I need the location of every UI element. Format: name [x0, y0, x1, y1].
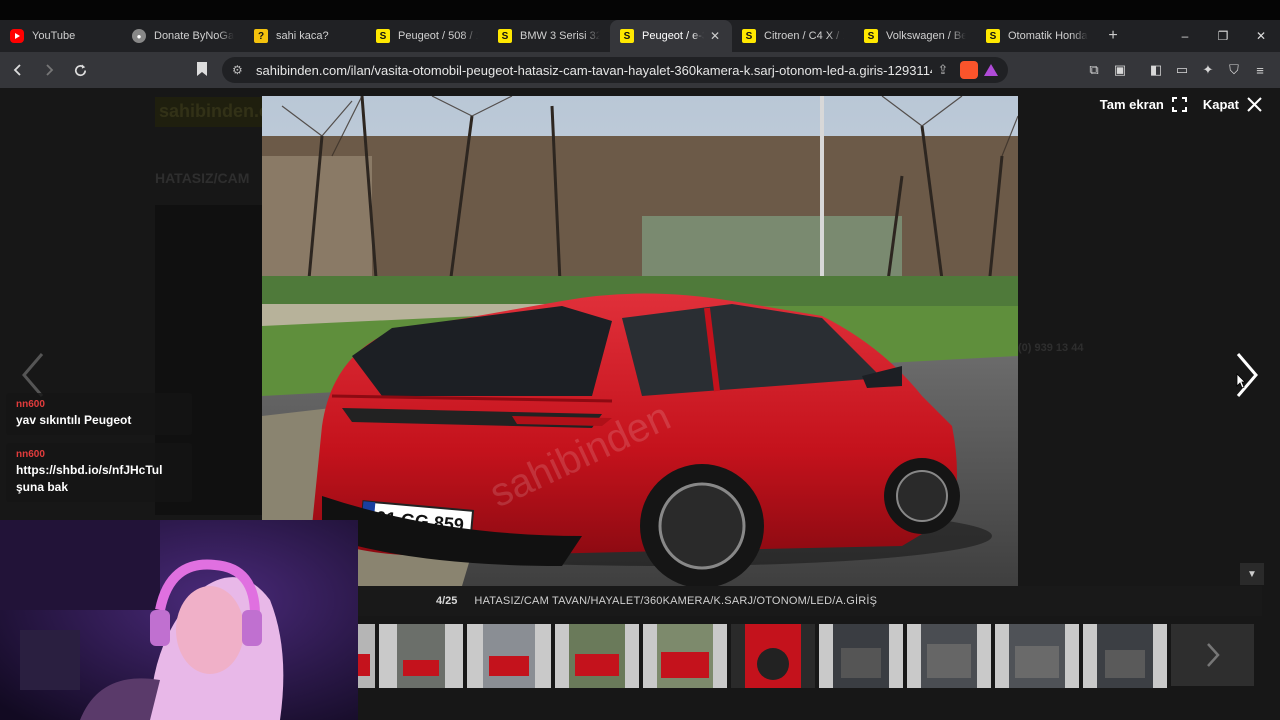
forward-button[interactable] — [36, 57, 62, 83]
tab-strip: YouTube ●Donate ByNoGame ?sahi kaca? SPe… — [0, 20, 1280, 52]
ask-icon: ? — [254, 29, 268, 43]
tab-sahi-kaca[interactable]: ? sahi kaca? — [244, 20, 366, 52]
tab-donate[interactable]: ●Donate ByNoGame — [122, 20, 244, 52]
reload-icon — [74, 63, 86, 76]
tab-peugeot-e308[interactable]: SPeugeot / e-308✕ — [610, 20, 732, 52]
photo-counter: 4/25 — [436, 595, 458, 607]
browser-toolbar: ⚙ sahibinden.com/ilan/vasita-otomobil-pe… — [0, 52, 1280, 88]
photo-title: HATASIZ/CAM TAVAN/HAYALET/360KAMERA/K.SA… — [474, 595, 878, 607]
screen: YouTube ●Donate ByNoGame ?sahi kaca? SPe… — [0, 0, 1280, 720]
toolbar-actions: ⧉ ▣ ◧ ▭ ✦ ⛉ ≡ — [1080, 57, 1272, 83]
brave-rewards-icon[interactable] — [984, 64, 998, 76]
tab-youtube[interactable]: YouTube — [0, 20, 122, 52]
fullscreen-button[interactable]: Tam ekran — [1100, 97, 1187, 112]
chat-message: nn600 https://shbd.io/s/nfJHcTul şuna ba… — [6, 443, 192, 502]
url-text[interactable]: sahibinden.com/ilan/vasita-otomobil-peug… — [256, 63, 932, 78]
sahibinden-icon: S — [620, 29, 634, 43]
thumbnail[interactable] — [358, 624, 375, 688]
chevron-right-icon — [1206, 643, 1220, 667]
vpn-icon[interactable]: ⛉ — [1222, 57, 1246, 83]
back-arrow-icon — [13, 64, 21, 76]
donate-icon: ● — [132, 29, 146, 43]
forward-arrow-icon — [46, 64, 54, 76]
chat-text: yav sıkıntılı Peugeot — [16, 413, 132, 427]
car-photo: 01 GG 859 sahibinden — [262, 96, 1018, 586]
chat-username: nn600 — [16, 449, 45, 460]
share-icon[interactable]: ⇪ — [932, 62, 954, 78]
thumbnail[interactable] — [995, 624, 1079, 688]
brave-shields-icon[interactable] — [960, 61, 978, 79]
youtube-icon — [10, 29, 24, 43]
thumbnail-active[interactable] — [731, 624, 815, 688]
close-gallery-button[interactable]: Kapat — [1203, 97, 1262, 112]
thumbnail-strip — [358, 624, 1258, 688]
close-label: Kapat — [1202, 97, 1239, 112]
sahibinden-icon: S — [986, 29, 1000, 43]
menu-icon[interactable]: ≡ — [1248, 57, 1272, 83]
new-tab-button[interactable]: + — [1098, 27, 1128, 45]
window-controls: – ❐ ✕ — [1166, 20, 1280, 52]
sidebar-icon[interactable]: ◧ — [1144, 57, 1168, 83]
address-bar[interactable]: ⚙ sahibinden.com/ilan/vasita-otomobil-pe… — [222, 57, 1008, 83]
tab-volkswagen[interactable]: SVolkswagen / Beet — [854, 20, 976, 52]
thumbnail[interactable] — [643, 624, 727, 688]
tab-peugeot-508[interactable]: S Peugeot / 508 / 1. — [366, 20, 488, 52]
thumbnail[interactable] — [819, 624, 903, 688]
leo-ai-icon[interactable]: ✦ — [1196, 57, 1220, 83]
fullscreen-icon — [1171, 97, 1187, 112]
close-icon — [1247, 97, 1262, 112]
restore-button[interactable]: ❐ — [1204, 20, 1242, 52]
reload-button[interactable] — [67, 57, 93, 83]
extensions-icon[interactable]: ⧉ — [1082, 57, 1106, 83]
streamer-webcam — [0, 520, 358, 720]
photo-caption-bar: 4/25 HATASIZ/CAM TAVAN/HAYALET/360KAMERA… — [262, 586, 1262, 616]
fullscreen-label: Tam ekran — [1099, 97, 1164, 112]
stream-top-bar — [0, 0, 1280, 20]
wallet-icon[interactable]: ▭ — [1170, 57, 1194, 83]
chat-username: nn600 — [16, 399, 45, 410]
scroll-down-button[interactable]: ▼ — [1240, 563, 1264, 585]
thumbnail[interactable] — [907, 624, 991, 688]
tab-honda[interactable]: SOtomatik Honda C — [976, 20, 1098, 52]
chat-message: nn600 yav sıkıntılı Peugeot — [6, 393, 192, 435]
tab-bmw[interactable]: SBMW 3 Serisi 320d — [488, 20, 610, 52]
sahibinden-icon: S — [376, 29, 390, 43]
thumbnail[interactable] — [1083, 624, 1167, 688]
minimize-button[interactable]: – — [1166, 20, 1204, 52]
tab-citroen[interactable]: S Citroen / C4 X / 1. — [732, 20, 854, 52]
screenshot-icon[interactable]: ▣ — [1108, 57, 1132, 83]
stream-chat: nn600 yav sıkıntılı Peugeot nn600 https:… — [6, 393, 192, 510]
gallery-top-controls: Tam ekran Kapat — [1100, 97, 1262, 112]
thumbnail[interactable] — [555, 624, 639, 688]
back-button[interactable] — [5, 57, 31, 83]
thumbnail[interactable] — [467, 624, 551, 688]
site-settings-icon[interactable]: ⚙ — [232, 63, 246, 77]
thumbnail[interactable] — [379, 624, 463, 688]
chat-text: https://shbd.io/s/nfJHcTul şuna bak — [16, 463, 163, 494]
bookmark-icon[interactable] — [196, 61, 208, 77]
close-window-button[interactable]: ✕ — [1242, 20, 1280, 52]
webcam-image — [0, 520, 358, 720]
close-tab-icon[interactable]: ✕ — [708, 29, 722, 43]
sahibinden-icon: S — [742, 29, 756, 43]
mouse-cursor-icon — [1236, 373, 1246, 389]
sahibinden-icon: S — [864, 29, 878, 43]
thumbnails-next-button[interactable] — [1171, 624, 1254, 686]
gallery-main-photo[interactable]: 01 GG 859 sahibinden — [262, 96, 1018, 586]
sahibinden-icon: S — [498, 29, 512, 43]
